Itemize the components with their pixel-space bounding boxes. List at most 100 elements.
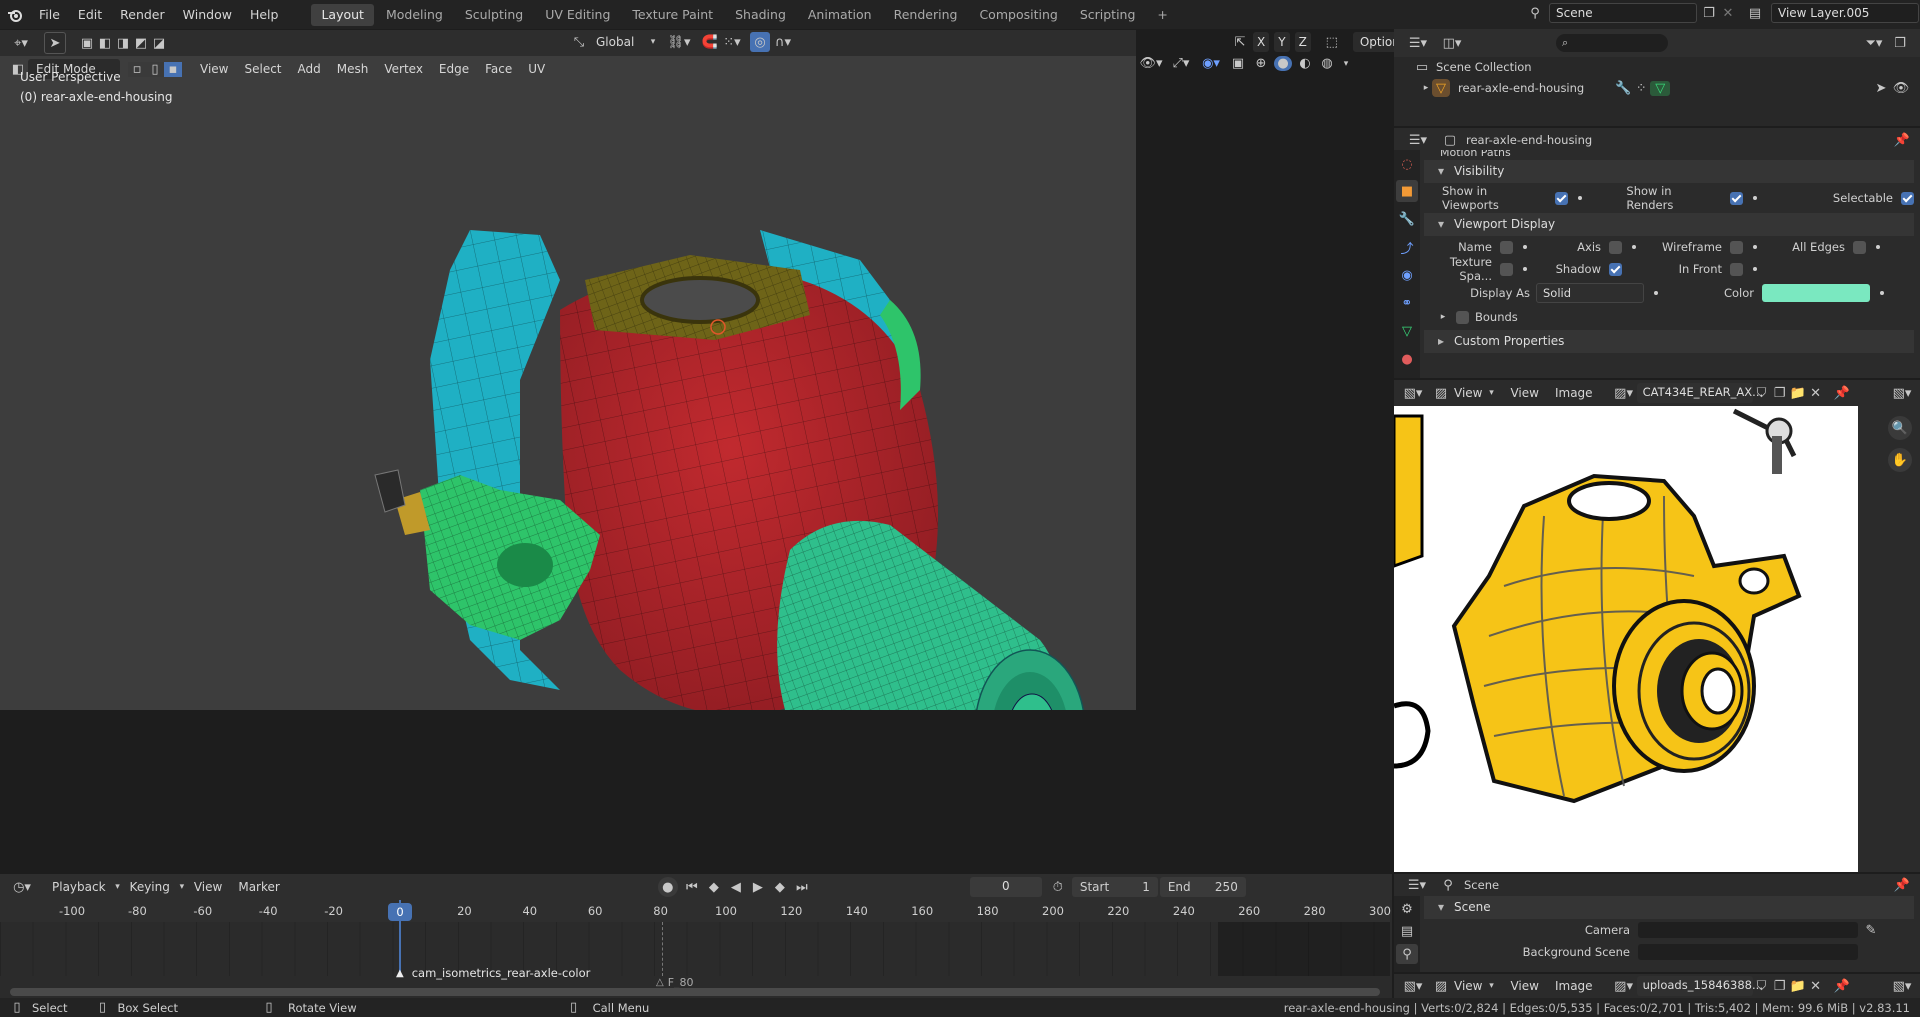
- fake-user-icon[interactable]: ⛉: [1753, 979, 1771, 994]
- name-checkbox[interactable]: [1500, 240, 1513, 254]
- filter-icon[interactable]: ⏷▾: [1860, 36, 1888, 51]
- tab-compositing[interactable]: Compositing: [969, 4, 1067, 26]
- xray-icon[interactable]: ▣: [1228, 56, 1248, 71]
- data-tab-icon[interactable]: ▽: [1402, 320, 1412, 342]
- toggle-icon[interactable]: ⇱: [1230, 35, 1250, 50]
- next-keyframe-icon[interactable]: ◆: [772, 880, 788, 895]
- color-swatch[interactable]: [1762, 284, 1870, 302]
- scene-collection-label[interactable]: Scene Collection: [1436, 60, 1532, 74]
- scene-name-field[interactable]: Scene: [1549, 3, 1697, 23]
- object-tab-icon[interactable]: ■: [1396, 180, 1418, 202]
- new-image-icon[interactable]: ❐: [1771, 979, 1789, 994]
- jump-start-icon[interactable]: ⏮: [684, 880, 700, 895]
- unlink-image-icon[interactable]: ✕: [1807, 386, 1825, 401]
- menu-playback[interactable]: Playback: [44, 877, 114, 897]
- viewport-3d[interactable]: ⌖▾ ➤ ▣ ◧ ◨ ◩ ◪ ⤡ Global ▾ ⛓▾ 🧲 ⁙▾ ◎ ∩▾ ◧…: [0, 30, 1136, 710]
- open-image-icon[interactable]: 📁: [1789, 386, 1807, 401]
- wireframe-checkbox[interactable]: [1730, 240, 1743, 254]
- vertex-group-icon[interactable]: ⁘: [1632, 81, 1650, 96]
- outliner-object-name[interactable]: rear-axle-end-housing: [1458, 81, 1584, 95]
- camera-field[interactable]: [1638, 922, 1858, 938]
- mirror-icon[interactable]: ⬚: [1322, 35, 1342, 50]
- in-front-checkbox[interactable]: [1730, 262, 1743, 276]
- display-mode-icon[interactable]: ◫▾: [1438, 36, 1466, 51]
- tab-rendering[interactable]: Rendering: [884, 4, 968, 26]
- selectable-checkbox[interactable]: [1901, 191, 1914, 205]
- bounds-checkbox[interactable]: [1456, 310, 1469, 324]
- remove-scene-icon[interactable]: ✕: [1719, 6, 1737, 21]
- expand-arrow-icon[interactable]: ▸: [1420, 83, 1432, 93]
- overlay-icon[interactable]: ◉▾: [1198, 56, 1224, 71]
- zoom-icon[interactable]: 🔍: [1888, 416, 1912, 440]
- new-image-icon[interactable]: ❐: [1771, 386, 1789, 401]
- tab-animation[interactable]: Animation: [798, 4, 882, 26]
- prev-keyframe-icon[interactable]: ◆: [706, 880, 722, 895]
- scene-tab-icon[interactable]: ⚲: [1396, 944, 1418, 964]
- view-mode-dropdown[interactable]: View: [1450, 976, 1486, 996]
- tool-tab-icon[interactable]: ⚙: [1401, 900, 1413, 918]
- image-editor-type-icon[interactable]: ▧▾: [1400, 979, 1426, 994]
- properties-editor-icon[interactable]: ☰▾: [1404, 878, 1430, 893]
- shadow-checkbox[interactable]: [1609, 262, 1622, 276]
- mesh-data-icon[interactable]: ▽: [1650, 80, 1671, 96]
- particles-tab-icon[interactable]: ⤴: [1400, 236, 1413, 258]
- rendered-shading-icon[interactable]: ◍: [1318, 56, 1336, 71]
- view-layer-field[interactable]: View Layer.005: [1771, 3, 1919, 23]
- axis-checkbox[interactable]: [1609, 240, 1622, 254]
- start-frame-field[interactable]: Start 1: [1071, 877, 1158, 897]
- keyframe-dot-icon[interactable]: [1753, 267, 1757, 271]
- image-menu-view[interactable]: View: [1502, 976, 1546, 996]
- outliner-search-input[interactable]: ⌕: [1556, 34, 1668, 52]
- scene-section[interactable]: Scene: [1424, 896, 1914, 919]
- axis-y-toggle[interactable]: Y: [1274, 32, 1290, 52]
- scene-icon[interactable]: ⚲: [1525, 6, 1545, 21]
- visibility-section[interactable]: Visibility: [1424, 160, 1914, 183]
- tab-sculpting[interactable]: Sculpting: [455, 4, 533, 26]
- pin-icon[interactable]: 📌: [1831, 386, 1853, 401]
- gizmo-icon[interactable]: ⤢▾: [1168, 56, 1194, 71]
- modifier-tab-icon[interactable]: 🔧: [1399, 208, 1415, 230]
- tab-modeling[interactable]: Modeling: [376, 4, 453, 26]
- menu-timeline-view[interactable]: View: [186, 877, 230, 897]
- sidebar-toggle-icon[interactable]: ▧▾: [1888, 979, 1916, 994]
- menu-help[interactable]: Help: [241, 0, 288, 29]
- all-edges-checkbox[interactable]: [1853, 240, 1866, 254]
- pin-icon[interactable]: 📌: [1892, 878, 1912, 893]
- jump-end-icon[interactable]: ⏭: [794, 880, 810, 895]
- render-tab-icon[interactable]: ▤: [1401, 922, 1413, 940]
- axis-z-toggle[interactable]: Z: [1294, 32, 1311, 52]
- custom-properties-section[interactable]: Custom Properties: [1424, 330, 1914, 353]
- tab-scripting[interactable]: Scripting: [1070, 4, 1146, 26]
- material-tab-icon[interactable]: ●: [1401, 348, 1412, 370]
- play-reverse-icon[interactable]: ◀: [728, 880, 744, 895]
- add-workspace-button[interactable]: +: [1147, 4, 1177, 26]
- open-image-icon[interactable]: 📁: [1789, 979, 1807, 994]
- selectable-arrow-icon[interactable]: ➤: [1872, 81, 1890, 96]
- image-menu-view[interactable]: View: [1502, 383, 1546, 403]
- texture-space-checkbox[interactable]: [1500, 262, 1513, 276]
- eyedropper-icon[interactable]: ✎: [1862, 923, 1880, 938]
- tab-layout[interactable]: Layout: [311, 3, 374, 26]
- menu-file[interactable]: File: [30, 0, 69, 29]
- rear-axle-housing-model[interactable]: [0, 30, 1136, 710]
- solid-shading-icon[interactable]: ●: [1274, 56, 1292, 71]
- view-mode-icon[interactable]: ▨: [1432, 979, 1450, 994]
- visibility-icon[interactable]: 👁▾: [1138, 56, 1164, 71]
- view-mode-dropdown[interactable]: View: [1450, 383, 1486, 403]
- tab-uv-editing[interactable]: UV Editing: [535, 4, 620, 26]
- playhead-badge[interactable]: 0: [388, 903, 412, 921]
- play-icon[interactable]: ▶: [750, 880, 766, 895]
- axis-x-toggle[interactable]: X: [1253, 32, 1270, 52]
- display-as-dropdown[interactable]: Solid: [1536, 283, 1644, 303]
- current-frame-field[interactable]: 0: [969, 877, 1042, 897]
- new-collection-icon[interactable]: ❐: [1888, 36, 1912, 51]
- end-frame-field[interactable]: End 250: [1159, 877, 1246, 897]
- menu-edit[interactable]: Edit: [69, 0, 111, 29]
- visibility-eye-icon[interactable]: 👁: [1890, 81, 1912, 96]
- tab-shading[interactable]: Shading: [725, 4, 796, 26]
- background-scene-field[interactable]: [1638, 944, 1858, 960]
- timeline-editor-icon[interactable]: ◷▾: [8, 880, 36, 895]
- pin-icon[interactable]: 📌: [1892, 133, 1912, 148]
- material-shading-icon[interactable]: ◐: [1296, 56, 1314, 71]
- blender-logo-icon[interactable]: [0, 7, 30, 23]
